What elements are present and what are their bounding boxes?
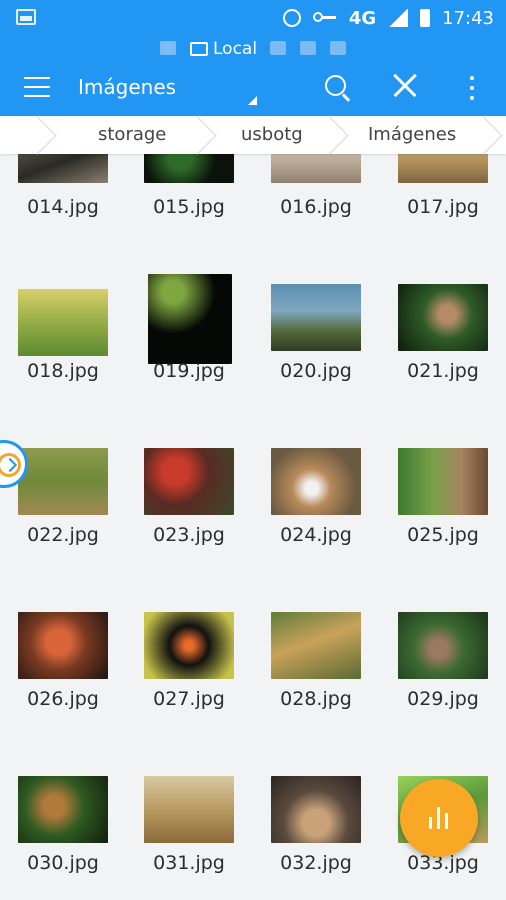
menu-button[interactable] <box>24 75 52 99</box>
file-tile[interactable]: 020.jpg <box>253 268 379 432</box>
home-icon[interactable] <box>160 41 176 55</box>
file-name: 021.jpg <box>407 360 479 382</box>
signal-icon <box>388 9 409 27</box>
chat-icon[interactable] <box>270 41 286 55</box>
file-name: 026.jpg <box>27 688 99 710</box>
file-name: 028.jpg <box>280 688 352 710</box>
file-name: 020.jpg <box>280 360 352 382</box>
file-tile[interactable]: 025.jpg <box>380 432 506 596</box>
tab-local[interactable]: Local <box>190 38 257 60</box>
file-tile[interactable]: 026.jpg <box>0 596 126 760</box>
status-bar: 4G 17:43 <box>0 0 506 36</box>
file-tile[interactable]: 027.jpg <box>126 596 252 760</box>
file-tile[interactable]: 029.jpg <box>380 596 506 760</box>
file-tile[interactable]: 023.jpg <box>126 432 252 596</box>
chevron-right-icon <box>178 116 217 155</box>
file-name: 023.jpg <box>153 524 225 546</box>
chevron-right-icon <box>2 457 18 473</box>
close-button[interactable] <box>392 72 418 98</box>
more-options-button[interactable] <box>466 73 478 103</box>
image-thumbnail <box>144 612 234 679</box>
image-thumbnail <box>271 448 361 515</box>
file-tile[interactable]: 024.jpg <box>253 432 379 596</box>
breadcrumb: storage usbotg Imágenes <box>0 116 506 155</box>
file-name: 025.jpg <box>407 524 479 546</box>
clock: 17:43 <box>442 7 494 29</box>
search-button[interactable] <box>323 73 353 103</box>
image-thumbnail <box>271 284 361 351</box>
image-thumbnail <box>18 289 108 356</box>
file-name: 017.jpg <box>407 196 479 218</box>
chevron-right-icon <box>310 116 349 155</box>
battery-icon <box>420 9 431 27</box>
image-thumbnail <box>148 274 232 364</box>
file-name: 031.jpg <box>153 852 225 874</box>
file-tile[interactable]: 019.jpg <box>126 268 252 432</box>
file-tile[interactable]: 032.jpg <box>253 760 379 900</box>
file-name: 016.jpg <box>280 196 352 218</box>
image-thumbnail <box>144 776 234 843</box>
breadcrumb-item-imagenes[interactable]: Imágenes <box>368 116 456 154</box>
image-thumbnail <box>398 448 488 515</box>
network-type: 4G <box>348 7 377 29</box>
image-thumbnail <box>144 154 234 183</box>
image-thumbnail <box>18 154 108 183</box>
alarm-icon <box>282 9 301 27</box>
image-thumbnail <box>144 448 234 515</box>
file-name: 032.jpg <box>280 852 352 874</box>
monitor-icon[interactable] <box>330 41 346 55</box>
image-thumbnail <box>398 612 488 679</box>
image-icon <box>16 9 36 25</box>
file-name: 015.jpg <box>153 196 225 218</box>
image-thumbnail <box>18 612 108 679</box>
tab-local-label: Local <box>213 39 258 59</box>
breadcrumb-item-usbotg[interactable]: usbotg <box>241 116 303 154</box>
file-tile[interactable]: 030.jpg <box>0 760 126 900</box>
file-name: 024.jpg <box>280 524 352 546</box>
file-tile[interactable]: 018.jpg <box>0 268 126 432</box>
dropdown-triangle-icon[interactable] <box>248 96 257 105</box>
image-thumbnail <box>398 284 488 351</box>
window-tab-strip: Local <box>0 36 506 62</box>
local-storage-icon <box>190 42 208 56</box>
file-name: 027.jpg <box>153 688 225 710</box>
file-tile[interactable]: 028.jpg <box>253 596 379 760</box>
page-title: Imágenes <box>78 75 177 99</box>
vpn-key-icon <box>312 9 337 27</box>
file-name: 030.jpg <box>27 852 99 874</box>
chevron-right-icon <box>18 116 57 155</box>
image-thumbnail <box>271 776 361 843</box>
image-thumbnail <box>18 448 108 515</box>
file-name: 018.jpg <box>27 360 99 382</box>
image-thumbnail <box>271 612 361 679</box>
toolbar: Imágenes <box>0 62 506 116</box>
file-name: 014.jpg <box>27 196 99 218</box>
breadcrumb-item-storage[interactable]: storage <box>98 116 166 154</box>
image-thumbnail <box>18 776 108 843</box>
file-name: 022.jpg <box>27 524 99 546</box>
printer-icon[interactable] <box>300 41 316 55</box>
file-name: 029.jpg <box>407 688 479 710</box>
file-tile[interactable]: 021.jpg <box>380 268 506 432</box>
image-thumbnail <box>398 154 488 183</box>
file-tile[interactable]: 031.jpg <box>126 760 252 900</box>
analyze-fab-button[interactable] <box>400 779 478 857</box>
chevron-right-icon <box>464 116 503 155</box>
image-thumbnail <box>271 154 361 183</box>
file-name: 019.jpg <box>153 360 225 382</box>
